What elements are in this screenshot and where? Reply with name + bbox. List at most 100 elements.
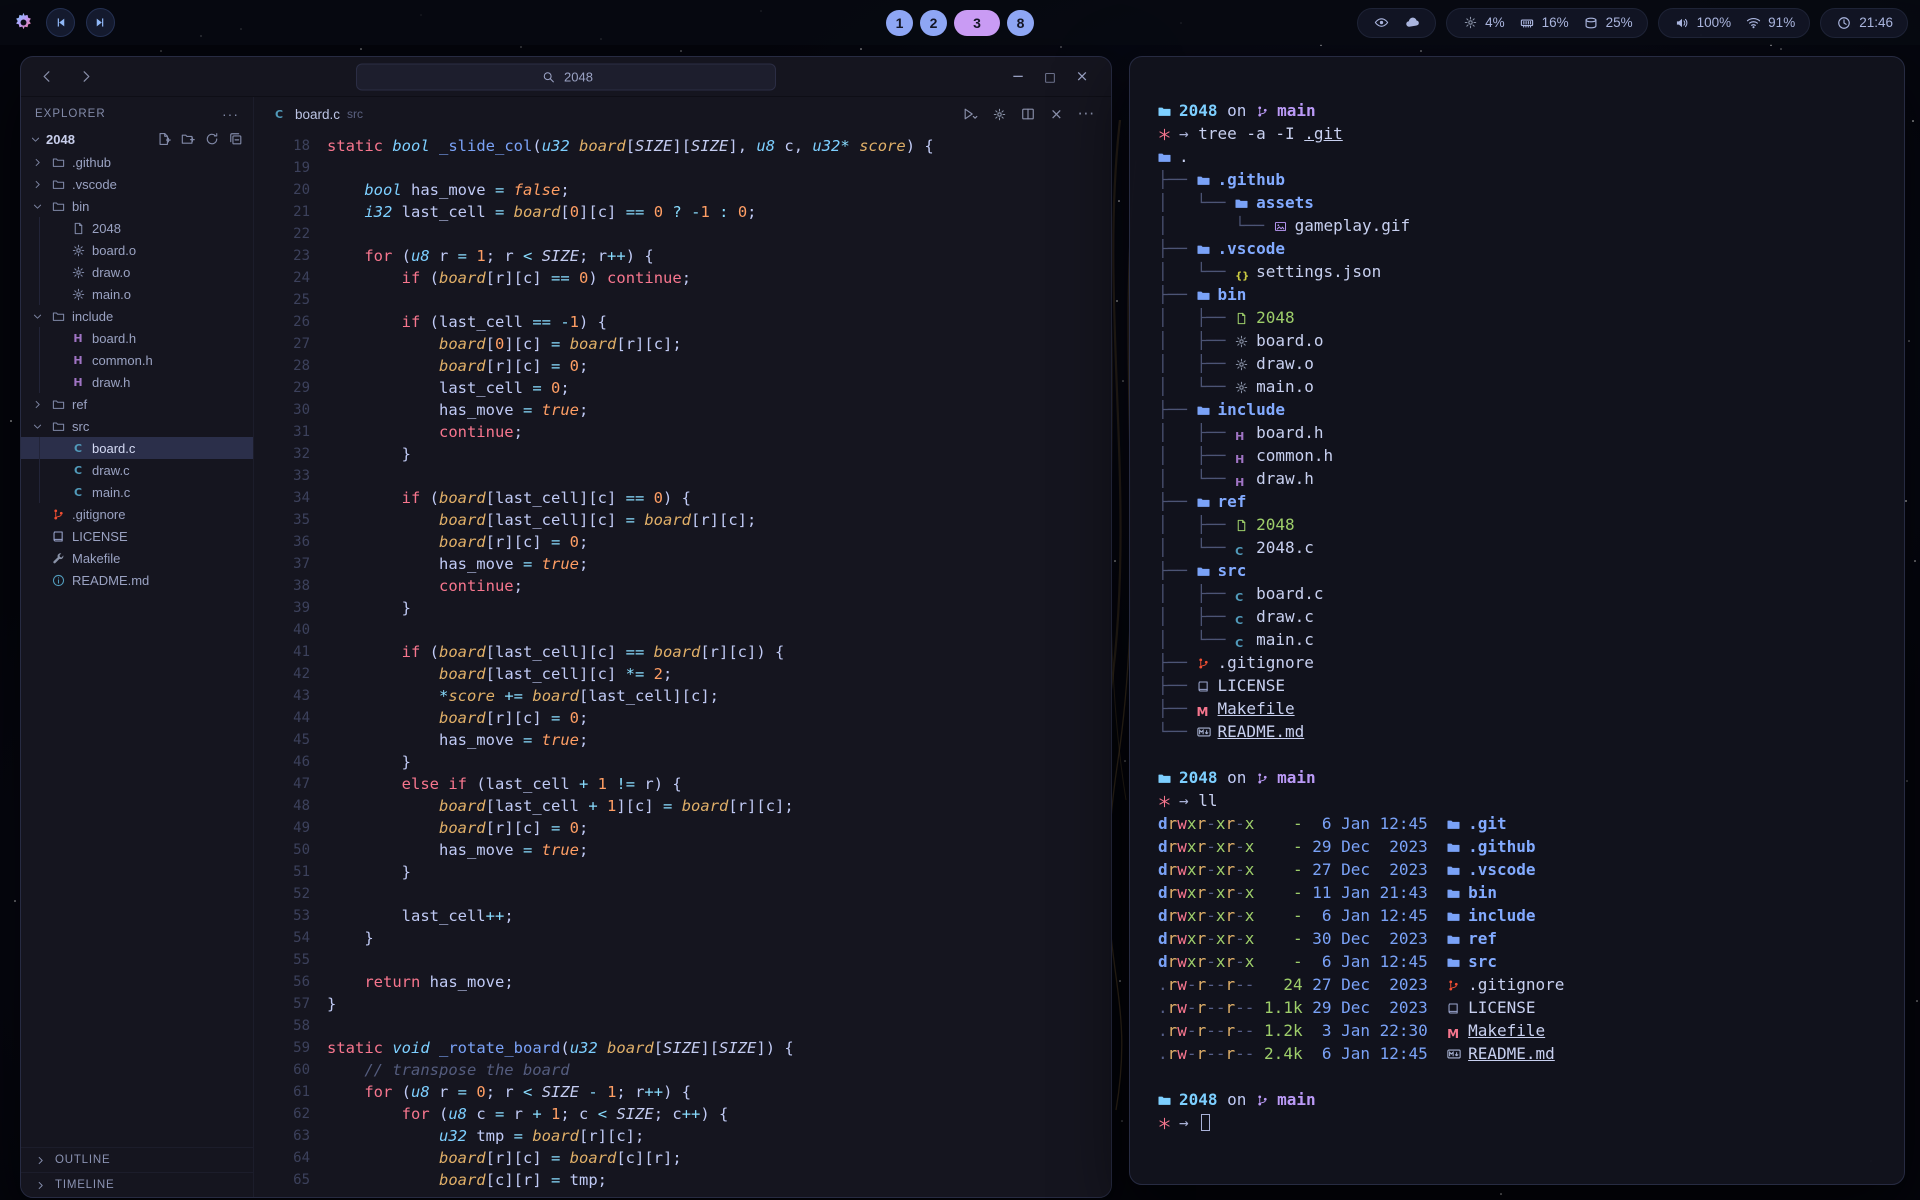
nav-back-icon[interactable] xyxy=(37,69,55,84)
code-editor[interactable]: 18static bool _slide_col(u32 board[SIZE]… xyxy=(254,131,1111,1197)
explorer-item-.vscode[interactable]: .vscode xyxy=(21,173,253,195)
win-close-button[interactable]: × xyxy=(1050,107,1063,122)
code-line[interactable]: 54 } xyxy=(254,927,1111,949)
run-button[interactable] xyxy=(962,107,978,121)
code-line[interactable]: 41 if (board[last_cell][c] == board[r][c… xyxy=(254,641,1111,663)
maximize-button[interactable]: □ xyxy=(1037,69,1063,84)
explorer-item-.github[interactable]: .github xyxy=(21,151,253,173)
nav-forward-icon[interactable] xyxy=(77,69,95,84)
code-line[interactable]: 49 board[r][c] = 0; xyxy=(254,817,1111,839)
explorer-item-main.c[interactable]: Cmain.c xyxy=(21,481,253,503)
explorer-item-main.o[interactable]: main.o xyxy=(21,283,253,305)
code-line[interactable]: 46 } xyxy=(254,751,1111,773)
weather-widget[interactable] xyxy=(1357,8,1436,38)
minimize-button[interactable]: − xyxy=(1005,69,1031,84)
panel-timeline[interactable]: TIMELINE xyxy=(21,1172,253,1197)
explorer-item-Makefile[interactable]: Makefile xyxy=(21,547,253,569)
workspace-2[interactable]: 2 xyxy=(920,10,947,36)
code-line[interactable]: 58 xyxy=(254,1015,1111,1037)
code-line[interactable]: 18static bool _slide_col(u32 board[SIZE]… xyxy=(254,135,1111,157)
code-line[interactable]: 59static void _rotate_board(u32 board[SI… xyxy=(254,1037,1111,1059)
gear-button[interactable] xyxy=(993,108,1006,121)
workspace-8[interactable]: 8 xyxy=(1007,10,1034,36)
code-line[interactable]: 52 xyxy=(254,883,1111,905)
code-line[interactable]: 39 } xyxy=(254,597,1111,619)
code-line[interactable]: 55 xyxy=(254,949,1111,971)
code-line[interactable]: 40 xyxy=(254,619,1111,641)
explorer-more-icon[interactable]: ··· xyxy=(222,106,239,122)
code-line[interactable]: 20 bool has_move = false; xyxy=(254,179,1111,201)
code-line[interactable]: 29 last_cell = 0; xyxy=(254,377,1111,399)
code-line[interactable]: 28 board[r][c] = 0; xyxy=(254,355,1111,377)
command-center-search[interactable]: 2048 xyxy=(356,63,776,90)
code-line[interactable]: 63 u32 tmp = board[r][c]; xyxy=(254,1125,1111,1147)
explorer-item-draw.h[interactable]: Hdraw.h xyxy=(21,371,253,393)
code-line[interactable]: 42 board[last_cell][c] *= 2; xyxy=(254,663,1111,685)
explorer-item-src[interactable]: src xyxy=(21,415,253,437)
split-button[interactable] xyxy=(1021,107,1035,121)
code-line[interactable]: 50 has_move = true; xyxy=(254,839,1111,861)
audio-network-widget[interactable]: 100%91% xyxy=(1658,8,1811,38)
explorer-item-ref[interactable]: ref xyxy=(21,393,253,415)
terminal-body[interactable]: 2048 on main→ tree -a -I .git.├── .githu… xyxy=(1130,57,1904,1154)
explorer-item-board.c[interactable]: Cboard.c xyxy=(21,437,253,459)
code-line[interactable]: 48 board[last_cell + 1][c] = board[r][c]… xyxy=(254,795,1111,817)
explorer-item-common.h[interactable]: Hcommon.h xyxy=(21,349,253,371)
code-line[interactable]: 26 if (last_cell == -1) { xyxy=(254,311,1111,333)
code-line[interactable]: 35 board[last_cell][c] = board[r][c]; xyxy=(254,509,1111,531)
code-line[interactable]: 43 *score += board[last_cell][c]; xyxy=(254,685,1111,707)
media-next-button[interactable] xyxy=(86,8,115,37)
refresh-button[interactable] xyxy=(203,132,221,146)
new-folder-button[interactable] xyxy=(179,132,197,146)
explorer-item-board.o[interactable]: board.o xyxy=(21,239,253,261)
code-line[interactable]: 23 for (u8 r = 1; r < SIZE; r++) { xyxy=(254,245,1111,267)
code-line[interactable]: 34 if (board[last_cell][c] == 0) { xyxy=(254,487,1111,509)
explorer-item-draw.c[interactable]: Cdraw.c xyxy=(21,459,253,481)
code-line[interactable]: 61 for (u8 r = 0; r < SIZE - 1; r++) { xyxy=(254,1081,1111,1103)
explorer-item-LICENSE[interactable]: LICENSE xyxy=(21,525,253,547)
code-line[interactable]: 30 has_move = true; xyxy=(254,399,1111,421)
code-line[interactable]: 27 board[0][c] = board[r][c]; xyxy=(254,333,1111,355)
code-line[interactable]: 60 // transpose the board xyxy=(254,1059,1111,1081)
code-line[interactable]: 25 xyxy=(254,289,1111,311)
code-line[interactable]: 51 } xyxy=(254,861,1111,883)
code-line[interactable]: 33 xyxy=(254,465,1111,487)
explorer-item-README.md[interactable]: README.md xyxy=(21,569,253,591)
close-button[interactable]: × xyxy=(1069,69,1095,84)
code-line[interactable]: 47 else if (last_cell + 1 != r) { xyxy=(254,773,1111,795)
code-line[interactable]: 31 continue; xyxy=(254,421,1111,443)
explorer-root[interactable]: 2048 xyxy=(21,127,253,151)
system-logo-icon[interactable] xyxy=(12,11,35,34)
tab-board-c[interactable]: board.c xyxy=(295,107,340,122)
code-line[interactable]: 36 board[r][c] = 0; xyxy=(254,531,1111,553)
code-line[interactable]: 24 if (board[r][c] == 0) continue; xyxy=(254,267,1111,289)
explorer-item-board.h[interactable]: Hboard.h xyxy=(21,327,253,349)
clock-widget[interactable]: 21:46 xyxy=(1820,8,1908,38)
code-line[interactable]: 53 last_cell++; xyxy=(254,905,1111,927)
code-line[interactable]: 62 for (u8 c = r + 1; c < SIZE; c++) { xyxy=(254,1103,1111,1125)
explorer-item-include[interactable]: include xyxy=(21,305,253,327)
system-stats-widget[interactable]: 4%16%25% xyxy=(1446,8,1648,38)
more-button[interactable]: ··· xyxy=(1078,107,1095,122)
collapse-all-button[interactable] xyxy=(227,132,245,146)
code-line[interactable]: 65 board[c][r] = tmp; xyxy=(254,1169,1111,1191)
code-line[interactable]: 21 i32 last_cell = board[0][c] == 0 ? -1… xyxy=(254,201,1111,223)
media-prev-button[interactable] xyxy=(46,8,75,37)
code-line[interactable]: 57} xyxy=(254,993,1111,1015)
explorer-item-.gitignore[interactable]: .gitignore xyxy=(21,503,253,525)
code-line[interactable]: 38 continue; xyxy=(254,575,1111,597)
workspace-1[interactable]: 1 xyxy=(886,10,913,36)
explorer-item-draw.o[interactable]: draw.o xyxy=(21,261,253,283)
code-line[interactable]: 45 has_move = true; xyxy=(254,729,1111,751)
terminal-cursor[interactable] xyxy=(1201,1114,1210,1131)
explorer-item-2048[interactable]: 2048 xyxy=(21,217,253,239)
code-line[interactable]: 32 } xyxy=(254,443,1111,465)
code-line[interactable]: 44 board[r][c] = 0; xyxy=(254,707,1111,729)
code-line[interactable]: 19 xyxy=(254,157,1111,179)
code-line[interactable]: 37 has_move = true; xyxy=(254,553,1111,575)
new-file-button[interactable] xyxy=(155,132,173,146)
code-line[interactable]: 22 xyxy=(254,223,1111,245)
panel-outline[interactable]: OUTLINE xyxy=(21,1147,253,1172)
workspace-3[interactable]: 3 xyxy=(954,10,1000,36)
code-line[interactable]: 64 board[r][c] = board[c][r]; xyxy=(254,1147,1111,1169)
